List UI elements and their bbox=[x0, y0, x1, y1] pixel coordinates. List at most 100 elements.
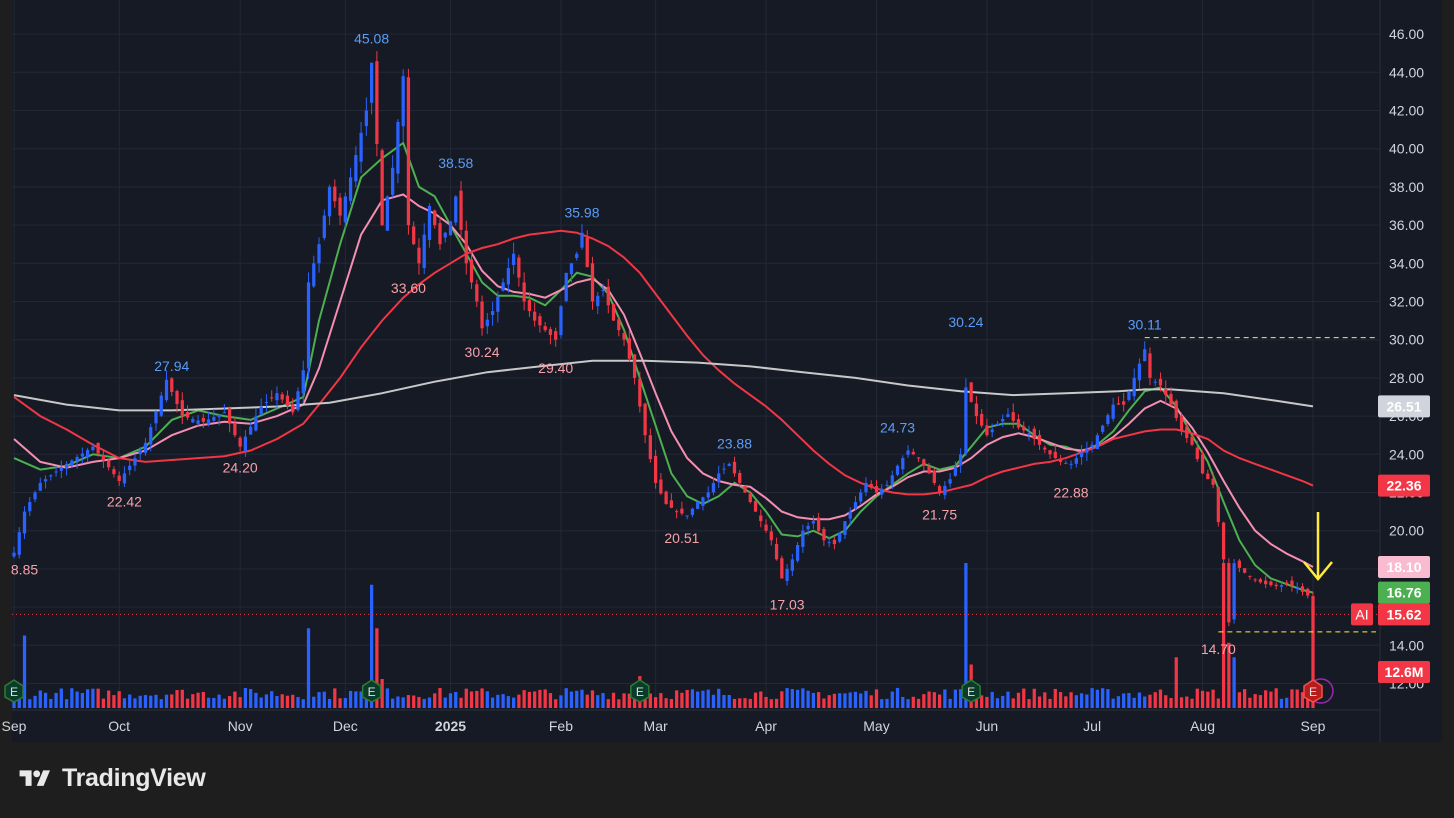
candle-body bbox=[506, 268, 510, 285]
earnings-icon: E bbox=[630, 679, 650, 703]
candle-body bbox=[259, 406, 263, 415]
volume-bar bbox=[995, 698, 1000, 708]
volume-bar bbox=[659, 693, 663, 708]
candle-body bbox=[217, 414, 221, 418]
volume-bar bbox=[391, 698, 395, 708]
earnings-letter: E bbox=[636, 685, 644, 699]
candle-body bbox=[427, 206, 432, 240]
volume-bar bbox=[843, 693, 847, 708]
volume-bar bbox=[780, 691, 784, 708]
price-annotation: 23.88 bbox=[717, 436, 752, 452]
candle-body bbox=[433, 210, 437, 226]
volume-bar bbox=[1274, 688, 1278, 708]
price-annotation: 38.58 bbox=[438, 155, 473, 171]
candle-body bbox=[1306, 588, 1310, 596]
candle-body bbox=[122, 473, 127, 484]
volume-bar bbox=[527, 691, 532, 708]
candle-body bbox=[196, 420, 200, 424]
price-annotation: 33.60 bbox=[391, 280, 426, 296]
volume-bar bbox=[911, 696, 915, 708]
chart-frame: 45.08 38.58 35.98 27.94 23.88 24.73 30.24 30.11… bbox=[0, 0, 1454, 818]
volume-bar bbox=[201, 691, 205, 708]
candle-body bbox=[180, 400, 184, 417]
volume-bar bbox=[206, 697, 211, 708]
tradingview-logo[interactable]: TradingView bbox=[16, 764, 206, 793]
time-axis-label: Nov bbox=[228, 718, 253, 734]
candle-body bbox=[648, 435, 652, 460]
price-chart[interactable]: 45.08 38.58 35.98 27.94 23.88 24.73 30.24 30.11… bbox=[0, 0, 1454, 745]
volume-bar bbox=[864, 690, 868, 708]
candle-body bbox=[249, 426, 253, 435]
volume-bar bbox=[569, 691, 574, 708]
volume-bar bbox=[853, 691, 858, 708]
candle-body bbox=[1001, 418, 1005, 422]
volume-bar bbox=[185, 698, 190, 708]
candle-body bbox=[1027, 433, 1031, 436]
candle-body bbox=[864, 482, 868, 493]
candle-body bbox=[1148, 353, 1152, 378]
volume-bar bbox=[832, 693, 837, 708]
candle-body bbox=[522, 282, 526, 302]
volume-bar bbox=[859, 693, 863, 708]
candle-body bbox=[359, 132, 363, 162]
candle-body bbox=[1143, 349, 1147, 362]
price-axis-label: 46.00 bbox=[1389, 26, 1424, 42]
price-tag-label: 12.6M bbox=[1385, 664, 1424, 680]
candle-body bbox=[364, 110, 368, 127]
volume-bar bbox=[38, 690, 42, 708]
volume-bar bbox=[49, 698, 53, 708]
price-annotation: 20.51 bbox=[664, 530, 699, 546]
volume-bar bbox=[238, 697, 242, 708]
volume-bar bbox=[1248, 697, 1252, 708]
candle-body bbox=[227, 408, 232, 424]
volume-bar bbox=[943, 689, 947, 708]
candle-body bbox=[1200, 454, 1205, 474]
volume-bar bbox=[1106, 689, 1110, 708]
candle-body bbox=[480, 301, 484, 329]
volume-bar bbox=[338, 698, 342, 708]
candle-body bbox=[1158, 378, 1163, 386]
volume-bar bbox=[438, 688, 442, 708]
volume-bar bbox=[611, 692, 616, 708]
candle-body bbox=[1248, 575, 1252, 577]
candle-body bbox=[1085, 448, 1089, 453]
candle-body bbox=[1032, 428, 1036, 440]
candle-body bbox=[354, 155, 358, 182]
candle-body bbox=[159, 395, 163, 416]
candle-body bbox=[296, 391, 300, 410]
candle-body bbox=[554, 331, 558, 340]
candle-body bbox=[64, 463, 69, 469]
volume-bar bbox=[490, 697, 495, 708]
candle-body bbox=[175, 390, 179, 405]
candle-body bbox=[317, 244, 321, 264]
candle-body bbox=[959, 454, 963, 466]
candle-body bbox=[859, 492, 863, 502]
volume-bar bbox=[1043, 692, 1047, 708]
volume-bar bbox=[485, 691, 489, 708]
tradingview-logo-text: TradingView bbox=[62, 764, 206, 792]
volume-bar bbox=[701, 690, 705, 708]
volume-bar bbox=[1090, 688, 1094, 708]
volume-bar bbox=[275, 696, 279, 708]
volume-bar bbox=[122, 698, 127, 708]
candle-body bbox=[880, 488, 884, 495]
volume-bar bbox=[901, 696, 905, 708]
volume-bar bbox=[1148, 694, 1152, 708]
tradingview-logo-icon bbox=[19, 769, 50, 786]
plot-area[interactable] bbox=[12, 0, 1442, 742]
candle-body bbox=[675, 511, 679, 513]
candle-body bbox=[769, 531, 773, 541]
candle-body bbox=[17, 532, 21, 555]
candle-body bbox=[569, 263, 574, 275]
candle-body bbox=[696, 502, 700, 509]
candle-body bbox=[759, 515, 763, 522]
volume-bar bbox=[480, 688, 484, 708]
candle-body bbox=[1290, 580, 1294, 587]
candle-body bbox=[638, 378, 642, 407]
candle-body bbox=[306, 282, 311, 369]
volume-bar bbox=[564, 688, 568, 708]
volume-bar bbox=[885, 698, 889, 708]
candle-body bbox=[412, 226, 416, 245]
volume-bar bbox=[1221, 563, 1226, 708]
candle-body bbox=[1022, 426, 1026, 431]
